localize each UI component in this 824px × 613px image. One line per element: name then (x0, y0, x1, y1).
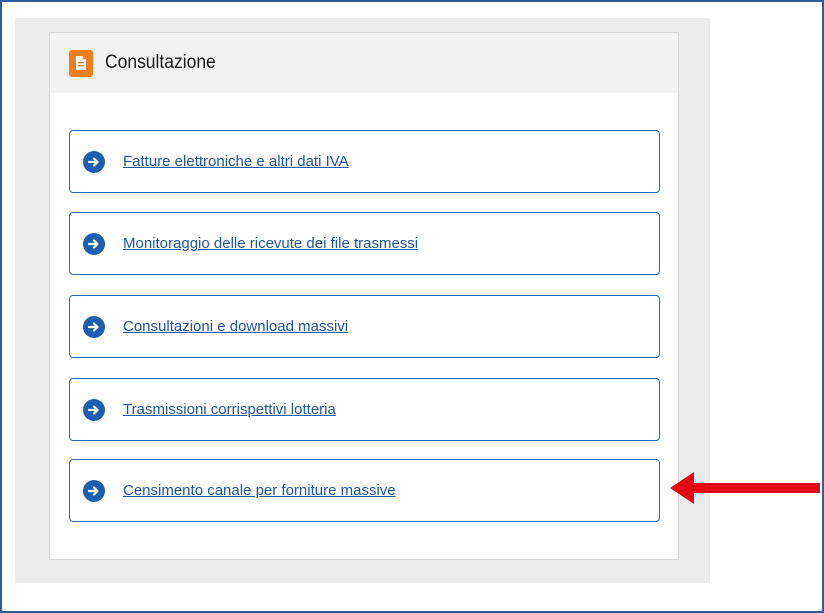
arrow-right-circle-icon (83, 315, 105, 338)
document-icon (69, 49, 93, 77)
arrow-right-circle-icon (83, 398, 105, 421)
arrow-right-circle-icon (83, 479, 105, 502)
link-consultazioni-download[interactable]: Consultazioni e download massivi (69, 295, 660, 358)
red-arrow-pointer-icon (670, 472, 820, 504)
link-censimento-canale[interactable]: Censimento canale per forniture massive (69, 459, 660, 522)
link-label[interactable]: Fatture elettroniche e altri dati IVA (123, 153, 349, 170)
arrow-right-circle-icon (83, 232, 105, 255)
screenshot-frame: Consultazione Fatture elettroniche e alt… (0, 0, 824, 613)
link-label[interactable]: Censimento canale per forniture massive (123, 482, 396, 499)
link-label[interactable]: Trasmissioni corrispettivi lotteria (123, 401, 336, 418)
consultazione-panel: Consultazione Fatture elettroniche e alt… (49, 32, 679, 560)
panel-title: Consultazione (105, 52, 216, 73)
link-label[interactable]: Consultazioni e download massivi (123, 318, 348, 335)
arrow-right-circle-icon (83, 150, 105, 173)
link-trasmissioni-corrispettivi[interactable]: Trasmissioni corrispettivi lotteria (69, 378, 660, 441)
link-label[interactable]: Monitoraggio delle ricevute dei file tra… (123, 235, 418, 252)
link-fatture-elettroniche[interactable]: Fatture elettroniche e altri dati IVA (69, 130, 660, 193)
panel-header: Consultazione (50, 33, 678, 93)
link-monitoraggio-ricevute[interactable]: Monitoraggio delle ricevute dei file tra… (69, 212, 660, 275)
